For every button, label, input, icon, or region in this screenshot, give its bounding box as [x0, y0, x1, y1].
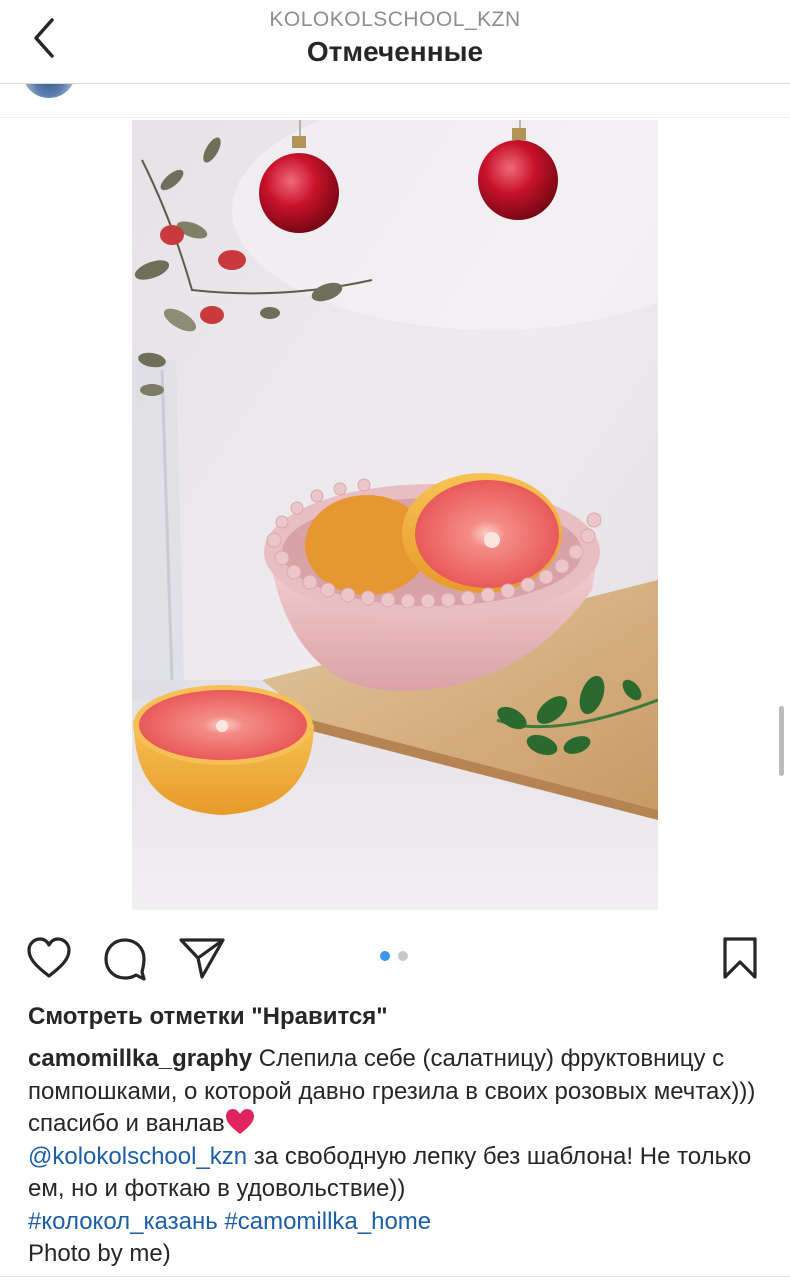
header: KOLOKOLSCHOOL_KZN Отмеченные — [0, 0, 790, 84]
caption-mention[interactable]: @kolokolschool_kzn — [28, 1143, 247, 1170]
red-heart-icon — [225, 1109, 254, 1134]
caption-hashtag[interactable]: #camomillka_home — [224, 1208, 431, 1235]
caption-text: Photo by me) — [28, 1240, 171, 1267]
bookmark-icon[interactable] — [720, 936, 760, 980]
divider — [0, 1276, 790, 1277]
comment-bubble-icon[interactable] — [102, 936, 148, 982]
divider — [0, 117, 790, 118]
carousel-dot-active — [380, 951, 390, 961]
heart-outline-icon[interactable] — [26, 936, 72, 980]
carousel-dot — [398, 951, 408, 961]
post-actions — [0, 930, 790, 986]
caption-hashtag[interactable]: #колокол_казань — [28, 1208, 218, 1235]
caption-username[interactable]: camomillka_graphy — [28, 1045, 252, 1072]
carousel-indicator — [378, 950, 412, 962]
page-title: Отмеченные — [306, 36, 484, 67]
likes-link[interactable]: Смотреть отметки "Нравится" — [28, 1003, 388, 1031]
profile-username: KOLOKOLSCHOOL_KZN — [269, 8, 521, 31]
paper-plane-icon[interactable] — [178, 936, 226, 980]
post-caption: camomillka_graphy Слепила себе (салатниц… — [28, 1043, 768, 1271]
scrollbar[interactable] — [779, 706, 784, 776]
avatar[interactable] — [22, 84, 76, 98]
post-image[interactable] — [132, 120, 658, 910]
